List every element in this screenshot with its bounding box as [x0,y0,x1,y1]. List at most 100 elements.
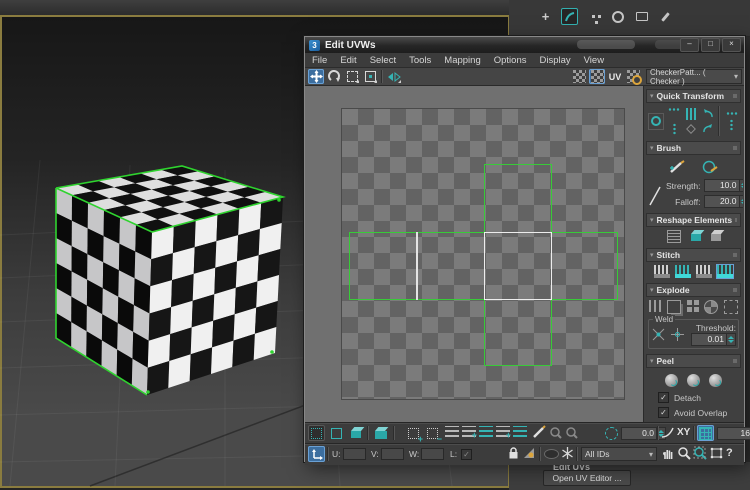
grid-size-spinner[interactable]: 16 [717,427,750,440]
v-field[interactable] [381,448,404,460]
zoom-extents-icon[interactable] [709,446,724,460]
select-row-icon[interactable] [445,426,459,437]
edge-distortion-icon[interactable] [697,425,714,441]
close-button[interactable]: × [722,38,741,52]
menu-item[interactable]: Mapping [444,55,480,66]
rollout-explode[interactable]: ▾ Explode [646,283,741,297]
vertex-mode-icon[interactable] [308,425,325,441]
falloff-spinner[interactable]: 20.0 [703,195,743,208]
lock-aspect-checkbox[interactable]: ✓ [461,449,472,460]
peel-mode-icon[interactable] [687,374,700,387]
stitch-custom-icon[interactable] [654,265,670,278]
motion-tab-icon[interactable] [609,8,626,25]
stitch-average-icon[interactable] [675,265,691,278]
scale-tool-icon[interactable] [344,69,360,84]
align-horizontal-icon[interactable] [668,107,681,111]
uv-space-button[interactable]: UV [607,69,623,84]
zoom-icon[interactable] [677,446,691,460]
select-row-plus-icon[interactable]: + [462,426,477,440]
u-field[interactable] [343,448,366,460]
mapping-icon[interactable] [704,300,719,314]
space-horizontal-icon[interactable] [725,111,738,115]
menu-item[interactable]: View [584,55,604,66]
detach-checkbox[interactable]: ✓ [658,392,669,403]
grow-selection-icon[interactable]: + [404,425,423,444]
pan-to-selection-button[interactable]: ? [726,447,733,459]
diamond-align-icon[interactable] [685,123,697,134]
rollout-stitch[interactable]: ▾ Stitch [646,248,741,262]
quick-peel-icon[interactable] [665,374,678,387]
move-brush-icon[interactable] [669,160,685,174]
rollout-quick-transform[interactable]: ▾ Quick Transform [646,89,741,103]
pack-icon[interactable] [724,300,738,314]
minimize-button[interactable]: – [680,38,699,52]
material-id-dropdown[interactable]: All IDs [581,447,657,461]
move-tool-icon[interactable] [308,69,324,84]
texture-options-icon[interactable] [625,69,642,85]
modify-tab-icon[interactable] [561,8,578,25]
texture-list-dropdown[interactable]: CheckerPatt... ( Checker ) [646,68,742,86]
rollout-peel[interactable]: ▾ Peel [646,354,741,368]
break-icon[interactable] [649,300,661,312]
zoom-region-icon[interactable] [693,446,707,460]
lock-selection-icon[interactable] [507,446,520,460]
paint-select-icon[interactable] [532,425,546,439]
soft-selection-icon[interactable] [605,427,618,440]
rollout-reshape-elements[interactable]: ▾ Reshape Elements [646,213,741,227]
edge-mode-icon[interactable] [328,425,345,441]
rollout-brush[interactable]: ▾ Brush [646,141,741,155]
relax-element-icon[interactable] [690,234,701,241]
rotate-ccw-icon[interactable] [702,108,714,119]
mirror-tool-icon[interactable] [386,69,402,84]
xy-space-button[interactable]: XY [677,427,690,438]
element-mode-icon[interactable] [371,425,390,441]
select-column-plus-icon[interactable]: + [496,426,511,440]
hierarchy-tab-icon[interactable] [585,8,602,25]
falloff-curve-icon[interactable] [648,181,662,207]
flatten-icon[interactable] [686,300,699,312]
menu-item[interactable]: Options [494,55,527,66]
align-vertical-icon[interactable] [686,107,697,120]
maximize-button[interactable]: □ [701,38,720,52]
menu-item[interactable]: Select [370,55,396,66]
shrink-selection-icon[interactable]: − [423,425,442,444]
uv-selected-edge[interactable] [416,232,418,300]
rescale-element-icon[interactable] [710,234,721,241]
menu-item[interactable]: Display [539,55,570,66]
space-vertical-icon[interactable] [672,122,676,135]
polygon-mode-icon[interactable] [347,425,364,441]
pan-hand-icon[interactable] [662,446,675,460]
target-weld-icon[interactable] [670,327,685,342]
create-tab-icon[interactable]: + [537,8,554,25]
relax-brush-icon[interactable] [701,160,719,174]
menu-item[interactable]: Edit [340,55,356,66]
select-loop-icon[interactable] [513,426,527,437]
show-map-in-viewport-icon[interactable] [589,69,605,84]
straighten-icon[interactable] [666,230,681,243]
select-column-icon[interactable] [479,426,493,437]
menu-item[interactable]: File [312,55,327,66]
falloff-curve-icon[interactable] [661,426,675,439]
freeform-mode-icon[interactable] [362,69,378,84]
filter-selected-faces-icon[interactable] [522,446,536,460]
pelt-map-icon[interactable] [709,374,722,387]
rotate-cw-icon[interactable] [702,123,714,134]
avoid-overlap-checkbox[interactable]: ✓ [658,407,669,418]
threshold-spinner[interactable]: 0.01 [691,333,736,346]
hide-icon[interactable] [544,449,559,459]
uv-selected-face[interactable] [484,232,552,300]
absolute-mode-icon[interactable] [308,446,325,462]
strength-spinner[interactable]: 10.0 [703,179,743,192]
weld-selected-icon[interactable] [651,327,666,342]
display-tab-icon[interactable] [633,8,650,25]
distribute-vertical-icon[interactable] [730,118,733,131]
utilities-tab-icon[interactable] [657,8,674,25]
uv-editor-canvas[interactable] [305,86,643,422]
paint-select-minus-icon[interactable] [564,425,578,439]
detach-edge-icon[interactable] [666,300,681,314]
window-titlebar[interactable]: 3 Edit UVWs – □ × [305,37,744,53]
show-map-icon[interactable] [571,69,587,84]
w-field[interactable] [421,448,444,460]
stitch-target-icon[interactable] [717,265,733,278]
menu-item[interactable]: Tools [409,55,431,66]
